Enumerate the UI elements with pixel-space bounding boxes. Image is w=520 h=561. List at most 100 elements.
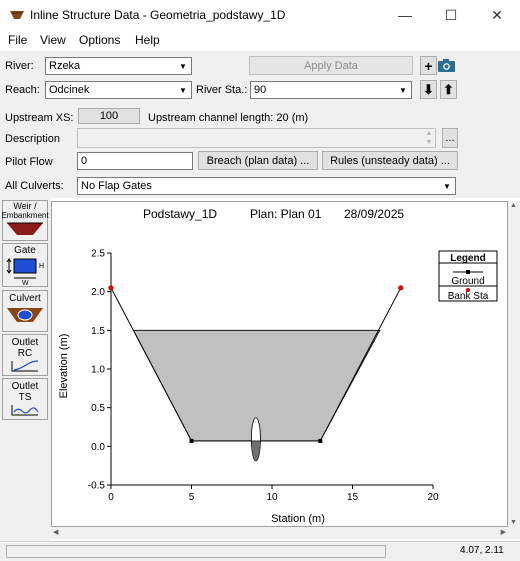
outlet-ts-label: Outlet bbox=[11, 381, 39, 392]
arrow-up-icon[interactable]: ⬆ bbox=[440, 80, 457, 99]
y-tick-label: -0.5 bbox=[88, 481, 106, 492]
legend-ground-marker bbox=[466, 270, 470, 274]
culvert-fill bbox=[251, 440, 261, 462]
menu-help[interactable]: Help bbox=[135, 33, 160, 47]
rating-curve-icon bbox=[11, 360, 39, 372]
y-tick-label: 1.0 bbox=[91, 365, 105, 376]
bank-station-point bbox=[108, 285, 114, 291]
y-tick-label: 0.5 bbox=[91, 403, 105, 414]
close-button[interactable]: ✕ bbox=[474, 0, 520, 30]
weir-label: Weir / bbox=[13, 201, 37, 211]
river-select[interactable]: Rzeka ▼ bbox=[45, 57, 192, 75]
breach-button[interactable]: Breach (plan data) ... bbox=[198, 151, 318, 170]
x-tick-label: 10 bbox=[266, 492, 278, 503]
chevron-down-icon: ▼ bbox=[443, 181, 451, 191]
outlet-ts-button[interactable]: Outlet TS bbox=[2, 378, 48, 420]
description-field[interactable] bbox=[77, 128, 436, 148]
legend: Legend Ground bbox=[438, 250, 498, 287]
x-tick-label: 0 bbox=[108, 492, 114, 503]
outlet-rc-label: Outlet bbox=[11, 337, 39, 348]
chevron-down-icon: ▼ bbox=[179, 85, 187, 95]
culvert-icon bbox=[7, 308, 43, 322]
description-spinner[interactable]: ▲ ▼ bbox=[423, 129, 435, 147]
legend-title: Legend bbox=[450, 253, 486, 264]
chevron-down-icon: ▼ bbox=[179, 61, 187, 71]
scroll-down-icon[interactable]: ▼ bbox=[510, 519, 517, 526]
y-tick-label: 0.0 bbox=[91, 442, 105, 453]
rules-button[interactable]: Rules (unsteady data) ... bbox=[322, 151, 458, 170]
app-icon bbox=[10, 11, 24, 19]
y-tick-label: 2.0 bbox=[91, 287, 105, 298]
ground-point bbox=[189, 438, 194, 443]
weir-embankment-button[interactable]: Weir / Embankment bbox=[1, 200, 49, 241]
plot-header-date: 28/09/2025 bbox=[344, 207, 404, 221]
outlet-rc-button[interactable]: Outlet RC bbox=[2, 334, 48, 376]
x-tick-label: 5 bbox=[189, 492, 195, 503]
chart-plot-layer: 0 5 10 15 20 -0.5 0.0 0.5 1.0 1.5 2.0 2.5 bbox=[88, 249, 439, 504]
pilot-flow-label: Pilot Flow bbox=[5, 156, 53, 168]
ground-point bbox=[318, 438, 323, 443]
scroll-corner bbox=[508, 527, 520, 539]
all-culverts-label: All Culverts: bbox=[5, 180, 64, 192]
description-ellipsis-button[interactable]: ... bbox=[442, 128, 458, 148]
cross-section-chart: Podstawy_1D Plan: Plan 01 28/09/2025 0 5 1… bbox=[58, 207, 498, 525]
apply-data-button[interactable]: Apply Data bbox=[249, 56, 413, 75]
legend-bank-label: Bank Sta bbox=[448, 291, 489, 302]
plot-header-name: Podstawy_1D bbox=[143, 207, 217, 221]
embankment-label: Embankment bbox=[1, 211, 49, 220]
gate-icon: H W bbox=[6, 258, 44, 286]
y-axis-label: Elevation (m) bbox=[58, 334, 70, 399]
scroll-up-icon[interactable]: ▲ bbox=[510, 202, 517, 209]
menu-view[interactable]: View bbox=[40, 33, 66, 47]
culvert-button[interactable]: Culvert bbox=[2, 290, 48, 332]
window-title: Inline Structure Data - Geometria_podsta… bbox=[30, 8, 286, 22]
gate-h-label: H bbox=[39, 263, 44, 270]
river-sta-label: River Sta.: bbox=[196, 84, 248, 96]
gate-button[interactable]: Gate H W bbox=[2, 243, 48, 287]
river-sta-value: 90 bbox=[254, 84, 267, 96]
river-sta-select[interactable]: 90 ▼ bbox=[250, 81, 412, 99]
culvert-label: Culvert bbox=[9, 293, 41, 304]
river-value: Rzeka bbox=[49, 60, 81, 72]
river-label: River: bbox=[5, 60, 34, 72]
time-series-icon bbox=[11, 405, 39, 416]
reach-value: Odcinek bbox=[49, 84, 90, 96]
upstream-xs-label: Upstream XS: bbox=[5, 112, 74, 124]
cursor-coordinates: 4.07, 2.11 bbox=[460, 545, 504, 556]
horizontal-scrollbar[interactable]: ◀ ▶ bbox=[51, 527, 508, 539]
legend-bank: Bank Sta bbox=[438, 285, 498, 302]
reach-label: Reach: bbox=[5, 84, 40, 96]
legend-ground-label: Ground bbox=[451, 276, 484, 287]
pilot-flow-field[interactable]: 0 bbox=[77, 152, 193, 170]
status-message bbox=[6, 545, 386, 558]
ts-label: TS bbox=[18, 392, 32, 403]
all-culverts-value: No Flap Gates bbox=[81, 180, 152, 192]
reach-select[interactable]: Odcinek ▼ bbox=[45, 81, 192, 99]
bank-station-point bbox=[398, 285, 404, 291]
plot-header-plan: Plan: Plan 01 bbox=[250, 207, 322, 221]
upstream-xs-button[interactable]: 100 bbox=[78, 108, 140, 124]
chevron-down-icon: ▼ bbox=[399, 85, 407, 95]
description-label: Description bbox=[5, 133, 61, 145]
gate-w-label: W bbox=[22, 280, 29, 286]
scroll-left-icon[interactable]: ◀ bbox=[53, 528, 58, 536]
add-icon[interactable]: + bbox=[420, 56, 437, 75]
arrow-down-icon[interactable]: ⬇ bbox=[420, 80, 437, 99]
maximize-button[interactable]: ☐ bbox=[428, 0, 474, 30]
x-tick-label: 15 bbox=[347, 492, 359, 503]
weir-icon bbox=[7, 222, 43, 235]
y-tick-label: 1.5 bbox=[91, 326, 105, 337]
rc-label: RC bbox=[17, 348, 33, 359]
scroll-right-icon[interactable]: ▶ bbox=[501, 528, 506, 536]
y-tick-label: 2.5 bbox=[91, 249, 105, 260]
menu-file[interactable]: File bbox=[8, 33, 27, 47]
x-axis-label: Station (m) bbox=[271, 513, 325, 525]
all-culverts-select[interactable]: No Flap Gates ▼ bbox=[77, 177, 456, 195]
minimize-button[interactable]: — bbox=[382, 0, 428, 30]
menu-bar bbox=[0, 30, 520, 51]
camera-icon[interactable] bbox=[437, 57, 456, 74]
menu-options[interactable]: Options bbox=[79, 33, 120, 47]
upstream-channel-length: Upstream channel length: 20 (m) bbox=[148, 112, 309, 124]
gate-label: Gate bbox=[14, 245, 36, 256]
vertical-scrollbar[interactable]: ▲ ▼ bbox=[508, 201, 520, 527]
